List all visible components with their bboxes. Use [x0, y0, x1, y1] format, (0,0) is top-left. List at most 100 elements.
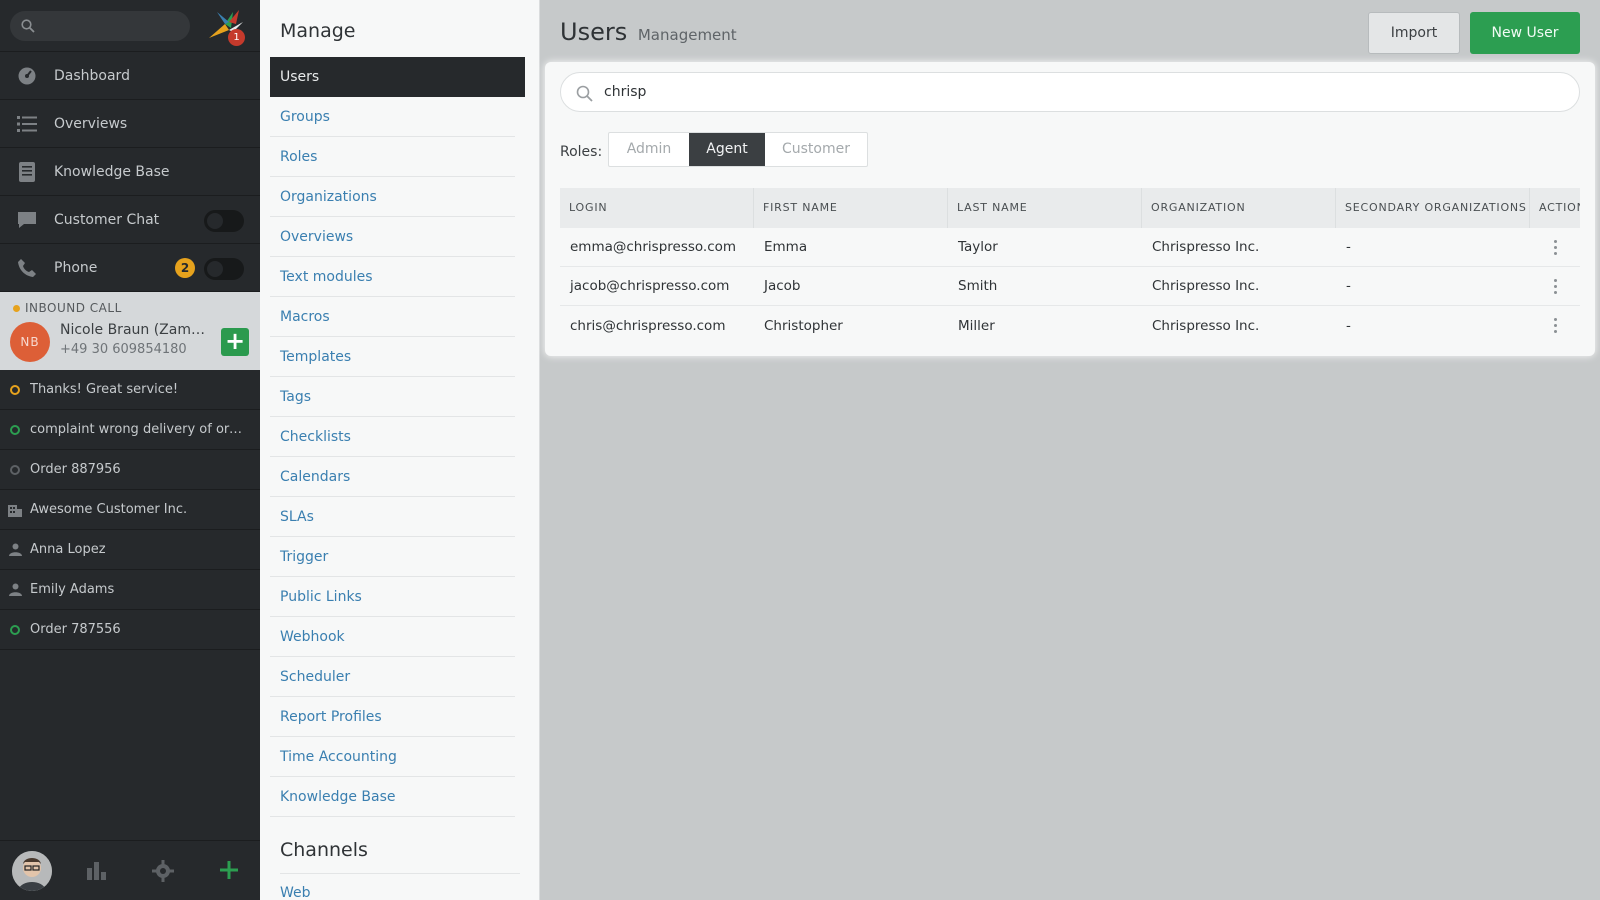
cell-last-name: Smith [958, 278, 998, 294]
cell-login[interactable]: emma@chrispresso.com [560, 239, 754, 255]
search-value: chrisp [604, 84, 647, 100]
task-item[interactable]: complaint wrong delivery of ord... [0, 410, 260, 450]
manage-item-roles[interactable]: Roles [270, 137, 515, 177]
phone-count-badge: 2 [175, 258, 195, 278]
user-icon [8, 583, 22, 596]
user-search-input[interactable]: chrisp [560, 72, 1580, 112]
chat-icon [18, 211, 36, 228]
manage-item-time-accounting[interactable]: Time Accounting [270, 737, 515, 777]
manage-item-text-modules[interactable]: Text modules [270, 257, 515, 297]
page-title-text: Users [560, 18, 628, 46]
table-row[interactable]: jacob@chrispresso.com Jacob Smith Chrisp… [560, 267, 1580, 306]
current-user-avatar[interactable] [12, 851, 52, 891]
user-icon [8, 543, 22, 556]
column-header-actions: ACTIONS [1539, 201, 1580, 214]
manage-item-checklists[interactable]: Checklists [270, 417, 515, 457]
manage-item-trigger[interactable]: Trigger [270, 537, 515, 577]
task-item-label: Anna Lopez [30, 542, 106, 557]
channels-heading: Channels [280, 839, 368, 861]
nav-item-phone[interactable]: Phone 2 [0, 244, 260, 292]
column-header-login[interactable]: LOGIN [560, 188, 754, 228]
task-item-label: complaint wrong delivery of ord... [30, 422, 246, 437]
manage-item-templates[interactable]: Templates [270, 337, 515, 377]
cell-login[interactable]: jacob@chrispresso.com [560, 278, 754, 294]
search-icon [576, 85, 593, 102]
role-filter-customer[interactable]: Customer [765, 133, 867, 166]
manage-item-users[interactable]: Users [270, 57, 525, 97]
cell-secondary-organizations: - [1346, 317, 1351, 334]
manage-item-public-links[interactable]: Public Links [270, 577, 515, 617]
primary-navigation: 1 Dashboard Overviews Knowledge Base Cus… [0, 0, 260, 900]
import-button[interactable]: Import [1368, 12, 1460, 54]
role-filter-agent[interactable]: Agent [689, 133, 765, 166]
roles-label: Roles: [560, 144, 603, 160]
row-actions-icon[interactable] [1530, 318, 1580, 333]
task-item-label: Thanks! Great service! [30, 382, 179, 397]
reports-icon[interactable] [86, 860, 106, 880]
list-icon [17, 115, 37, 132]
manage-item-calendars[interactable]: Calendars [270, 457, 515, 497]
cell-last-name: Miller [958, 317, 995, 334]
inbound-call-card[interactable]: INBOUND CALL NB Nicole Braun (Zammad) +4… [0, 292, 260, 370]
nav-item-overviews[interactable]: Overviews [0, 100, 260, 148]
caller-avatar[interactable]: NB [10, 322, 50, 362]
manage-item-webhook[interactable]: Webhook [270, 617, 515, 657]
table-row[interactable]: emma@chrispresso.com Emma Taylor Chrispr… [560, 228, 1580, 267]
phone-toggle[interactable] [204, 258, 244, 280]
ticket-open-icon [10, 624, 20, 635]
manage-item-knowledge-base[interactable]: Knowledge Base [270, 777, 515, 817]
settings-gear-icon[interactable] [152, 860, 174, 882]
manage-item-groups[interactable]: Groups [270, 97, 515, 137]
task-item[interactable]: Order 887956 [0, 450, 260, 490]
nav-item-label: Phone [54, 259, 98, 276]
manage-item-organizations[interactable]: Organizations [270, 177, 515, 217]
cell-organization[interactable]: Chrispresso Inc. [1142, 239, 1336, 255]
manage-item-overviews[interactable]: Overviews [270, 217, 515, 257]
create-ticket-from-call-button[interactable]: + [221, 328, 249, 356]
nav-item-label: Overviews [54, 115, 128, 132]
manage-heading: Manage [280, 20, 356, 42]
table-row[interactable]: chris@chrispresso.com Christopher Miller… [560, 306, 1580, 345]
role-filter-admin[interactable]: Admin [609, 133, 689, 166]
task-item[interactable]: Order 787556 [0, 610, 260, 650]
row-actions-icon[interactable] [1530, 239, 1580, 255]
manage-item-macros[interactable]: Macros [270, 297, 515, 337]
column-header-secondary-organizations[interactable]: SECONDARY ORGANIZATIONS [1336, 188, 1530, 228]
cell-login[interactable]: chris@chrispresso.com [560, 318, 754, 334]
task-item[interactable]: Thanks! Great service! [0, 370, 260, 410]
nav-item-dashboard[interactable]: Dashboard [0, 52, 260, 100]
task-item-label: Emily Adams [30, 582, 115, 597]
new-ticket-plus-icon[interactable] [219, 860, 239, 880]
column-header-last-name[interactable]: LAST NAME [948, 188, 1142, 228]
column-header-first-name[interactable]: FIRST NAME [754, 188, 948, 228]
ticket-open-icon [10, 424, 20, 435]
roles-filter: Admin Agent Customer [608, 132, 868, 167]
row-actions-icon[interactable] [1530, 278, 1580, 294]
global-search-input[interactable] [10, 11, 190, 41]
notification-badge[interactable]: 1 [228, 29, 245, 46]
task-item[interactable]: Emily Adams [0, 570, 260, 610]
manage-item-slas[interactable]: SLAs [270, 497, 515, 537]
cell-organization[interactable]: Chrispresso Inc. [1142, 318, 1336, 334]
ticket-open-icon [10, 384, 20, 395]
nav-item-knowledge-base[interactable]: Knowledge Base [0, 148, 260, 196]
column-header-organization[interactable]: ORGANIZATION [1142, 188, 1336, 228]
nav-item-customer-chat[interactable]: Customer Chat [0, 196, 260, 244]
manage-item-tags[interactable]: Tags [270, 377, 515, 417]
book-icon [19, 161, 35, 182]
new-user-button[interactable]: New User [1470, 12, 1580, 54]
manage-item-scheduler[interactable]: Scheduler [270, 657, 515, 697]
task-item[interactable]: Awesome Customer Inc. [0, 490, 260, 530]
table-header: LOGIN FIRST NAME LAST NAME ORGANIZATION … [560, 188, 1580, 228]
users-table: LOGIN FIRST NAME LAST NAME ORGANIZATION … [560, 188, 1580, 345]
cell-organization[interactable]: Chrispresso Inc. [1142, 278, 1336, 294]
channels-item-web[interactable]: Web [280, 885, 311, 900]
task-item[interactable]: Anna Lopez [0, 530, 260, 570]
caller-number: +49 30 609854180 [60, 342, 187, 357]
customer-chat-toggle[interactable] [204, 210, 244, 232]
task-item-label: Order 887956 [30, 462, 121, 477]
phone-icon [18, 258, 36, 277]
manage-item-report-profiles[interactable]: Report Profiles [270, 697, 515, 737]
task-item-label: Awesome Customer Inc. [30, 502, 188, 517]
caller-name[interactable]: Nicole Braun (Zammad) [60, 322, 208, 338]
